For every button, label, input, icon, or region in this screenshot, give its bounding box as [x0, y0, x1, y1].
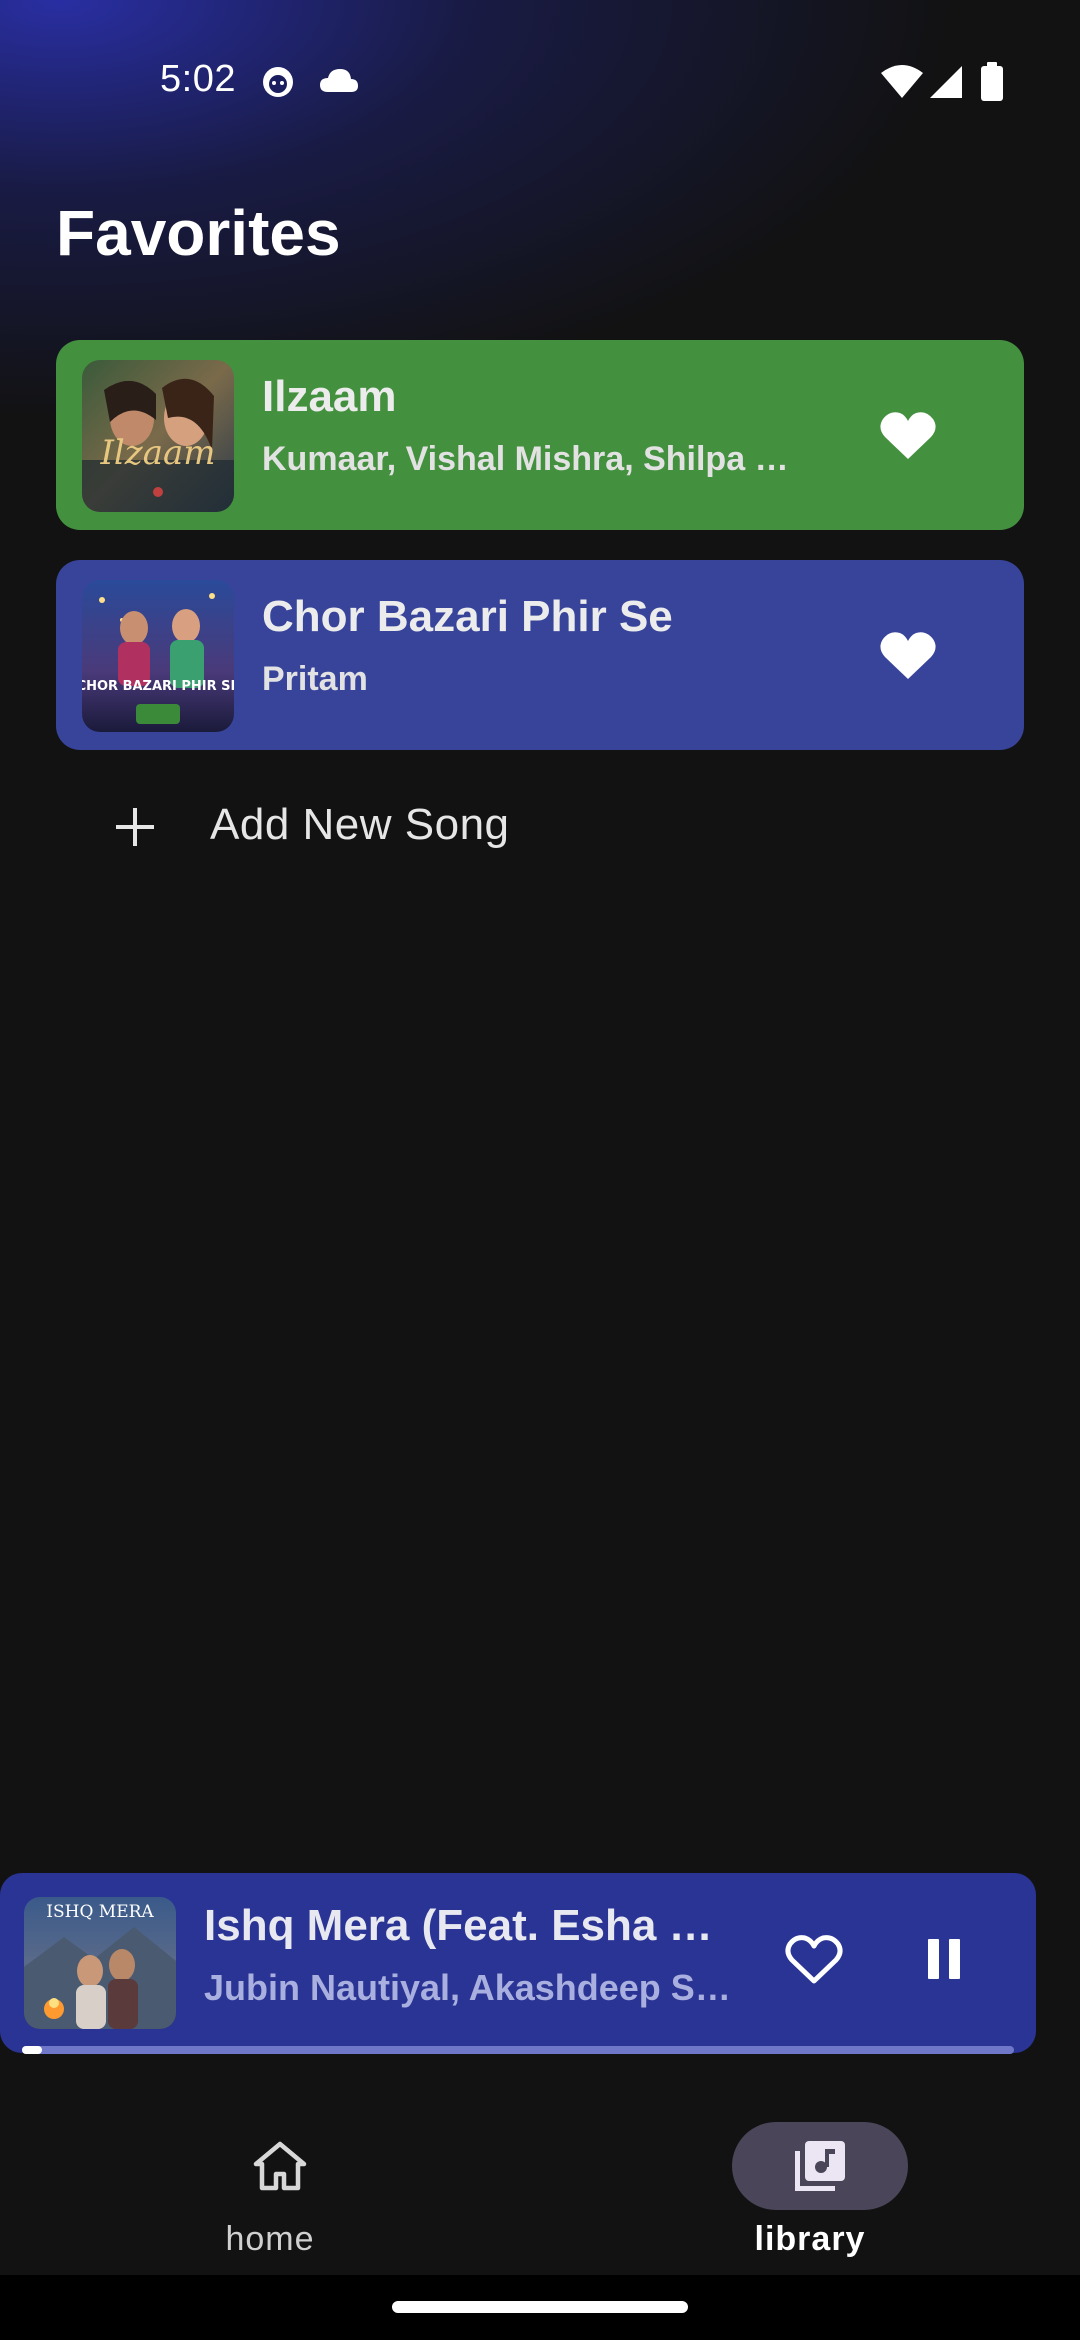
- wifi-icon: [880, 64, 924, 105]
- heart-filled-icon: [880, 632, 936, 679]
- add-new-song-button[interactable]: Add New Song: [96, 790, 616, 864]
- mini-player[interactable]: ISHQ MERA Ishq Mera (Feat. Esha Gupta) J…: [0, 1873, 1036, 2053]
- song-card-ilzaam[interactable]: Ilzaam Ilzaam Kumaar, Vishal Mishra, Shi…: [56, 340, 1024, 530]
- library-music-icon: [795, 2141, 845, 2191]
- song-title: Chor Bazari Phir Se: [262, 592, 673, 641]
- album-art-chor-bazari: CHOR BAZARI PHIR SE: [82, 580, 234, 732]
- add-new-song-label: Add New Song: [210, 800, 510, 849]
- album-art-ishq-mera-text: ISHQ MERA: [46, 1902, 154, 1922]
- favorite-toggle-button[interactable]: [774, 1919, 854, 1999]
- battery-icon: [980, 62, 1004, 107]
- now-playing-artist: Jubin Nautiyal, Akashdeep Sengupta: [204, 1967, 744, 2008]
- song-card-chor-bazari[interactable]: CHOR BAZARI PHIR SE Chor Bazari Phir Se …: [56, 560, 1024, 750]
- gesture-navigation-bar: [0, 2275, 1080, 2340]
- gesture-handle[interactable]: [392, 2301, 688, 2313]
- song-artist: Kumaar, Vishal Mishra, Shilpa Rao: [262, 440, 802, 478]
- nav-item-home-pill: [192, 2122, 368, 2210]
- face-notification-icon: [260, 64, 296, 105]
- song-artist: Pritam: [262, 660, 368, 698]
- now-playing-title: Ishq Mera (Feat. Esha Gupta): [204, 1901, 744, 1950]
- nav-item-home[interactable]: home: [120, 2090, 420, 2258]
- album-art-ishq-mera: ISHQ MERA: [24, 1897, 176, 2029]
- pause-button[interactable]: [904, 1919, 984, 1999]
- bottom-navigation: home library: [0, 2060, 1080, 2275]
- nav-item-label: home: [225, 2220, 315, 2258]
- album-art-ilzaam-text: Ilzaam: [100, 433, 216, 473]
- playback-progress-fill: [22, 2046, 42, 2054]
- favorites-screen: 5:02 Favorites Ilzaam Ilzaam Kumaar, Vis…: [0, 0, 1080, 2340]
- status-time: 5:02: [160, 58, 236, 100]
- pause-icon: [928, 1939, 960, 1979]
- cloud-icon: [318, 66, 360, 101]
- signal-icon: [928, 64, 964, 105]
- nav-item-library[interactable]: library: [660, 2090, 960, 2258]
- song-title: Ilzaam: [262, 372, 397, 421]
- album-art-ilzaam: Ilzaam: [82, 360, 234, 512]
- favorite-toggle-button[interactable]: [868, 615, 948, 695]
- heart-filled-icon: [880, 412, 936, 459]
- status-bar: 5:02: [0, 0, 1080, 160]
- plus-icon: [110, 802, 160, 852]
- nav-item-label: library: [754, 2220, 866, 2258]
- home-icon: [253, 2141, 307, 2191]
- nav-item-library-pill: [732, 2122, 908, 2210]
- playback-progress-bar[interactable]: [22, 2046, 1014, 2054]
- album-art-chor-bazari-text: CHOR BAZARI PHIR SE: [82, 679, 234, 694]
- favorite-toggle-button[interactable]: [868, 395, 948, 475]
- heart-outline-icon: [785, 1935, 843, 1984]
- page-title: Favorites: [56, 197, 341, 269]
